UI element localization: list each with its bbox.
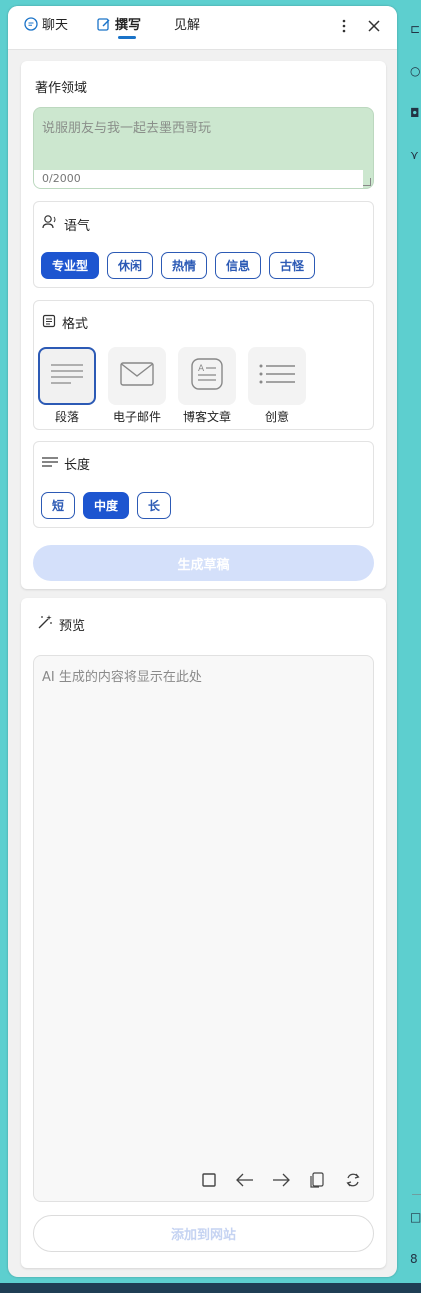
- format-option-blog-post[interactable]: A 博客文章: [177, 347, 237, 425]
- forward-arrow-icon: [272, 1173, 290, 1191]
- compose-card: 著作领域 0/2000 语气 专业型 休闲 热情 信息 古怪: [21, 61, 386, 589]
- regenerate-button[interactable]: [343, 1172, 363, 1192]
- svg-text:A: A: [198, 364, 205, 374]
- tab-insights-label: 见解: [174, 18, 201, 33]
- ideas-tile: [248, 347, 306, 405]
- back-arrow-icon: [236, 1173, 254, 1191]
- edge-icon-3: ◘: [410, 106, 420, 120]
- edge-icon-1: ⊏: [410, 22, 421, 36]
- preview-placeholder: AI 生成的内容将显示在此处: [42, 670, 202, 685]
- resize-handle[interactable]: [363, 178, 371, 186]
- tab-compose[interactable]: 撰写: [97, 17, 141, 35]
- regenerate-icon: [345, 1172, 361, 1192]
- stop-icon: [202, 1173, 216, 1191]
- length-chip-medium[interactable]: 中度: [83, 492, 129, 519]
- blog-post-icon: A: [191, 358, 223, 394]
- desktop-left-edge: [0, 0, 8, 1283]
- tab-chat[interactable]: 聊天: [24, 17, 68, 35]
- preview-card: 预览 AI 生成的内容将显示在此处 添加到网站: [21, 598, 386, 1268]
- taskbar: [0, 1283, 421, 1293]
- edge-icon-6: 8: [410, 1252, 418, 1266]
- copy-icon: [310, 1172, 324, 1192]
- edge-icon-5: □: [410, 1210, 421, 1224]
- length-header: 长度: [42, 454, 90, 473]
- paragraph-tile: [38, 347, 96, 405]
- length-chip-long[interactable]: 长: [137, 492, 171, 519]
- copilot-panel: 聊天 撰写 见解 著作领域 0/2000: [8, 6, 397, 1277]
- topic-label: 著作领域: [35, 81, 88, 96]
- chat-bubble-icon: [24, 17, 38, 35]
- tone-chip-casual[interactable]: 休闲: [107, 252, 153, 279]
- tone-section: 语气 专业型 休闲 热情 信息 古怪: [33, 201, 374, 288]
- tone-chip-professional[interactable]: 专业型: [41, 252, 99, 279]
- char-count: 0/2000: [34, 170, 363, 188]
- format-label: 格式: [62, 317, 89, 332]
- copy-button[interactable]: [307, 1172, 327, 1192]
- tone-chip-informational[interactable]: 信息: [215, 252, 261, 279]
- blog-post-tile: A: [178, 347, 236, 405]
- edge-icon-2: ○: [410, 64, 421, 78]
- forward-button[interactable]: [271, 1172, 291, 1192]
- format-option-ideas[interactable]: 创意: [247, 347, 307, 425]
- preview-toolbar: [199, 1172, 363, 1192]
- preview-header: 预览: [37, 614, 85, 634]
- desktop-right-edge: ⊏ ○ ◘ ⋎ □ 8: [406, 0, 421, 1283]
- close-button[interactable]: [364, 18, 384, 38]
- voice-icon: [42, 214, 58, 234]
- format-header: 格式: [42, 313, 88, 332]
- ideas-list-icon: [259, 363, 295, 389]
- add-to-site-button[interactable]: 添加到网站: [33, 1215, 374, 1252]
- tab-insights[interactable]: 见解: [174, 17, 200, 35]
- lines-icon: [42, 456, 58, 472]
- paragraph-icon: [51, 363, 83, 389]
- more-options-button[interactable]: [334, 18, 354, 38]
- length-label: 长度: [64, 458, 91, 473]
- preview-label: 预览: [59, 618, 86, 634]
- compose-icon: [97, 17, 111, 35]
- edge-divider: [412, 1194, 421, 1195]
- format-option-label: 博客文章: [182, 410, 231, 424]
- format-option-paragraph[interactable]: 段落: [37, 347, 97, 425]
- tab-compose-label: 撰写: [115, 18, 142, 33]
- back-button[interactable]: [235, 1172, 255, 1192]
- format-option-email[interactable]: 电子邮件: [107, 347, 167, 425]
- more-vertical-icon: [342, 19, 346, 37]
- format-option-label: 段落: [54, 410, 79, 424]
- format-section: 格式 段落 电子邮件 A 博客文章 创意: [33, 300, 374, 430]
- document-icon: [42, 314, 56, 332]
- panel-header: 聊天 撰写 见解: [8, 6, 397, 50]
- tone-label: 语气: [64, 218, 91, 234]
- preview-area: AI 生成的内容将显示在此处: [33, 655, 374, 1202]
- magic-wand-icon: [37, 614, 53, 634]
- generate-draft-button[interactable]: 生成草稿: [33, 545, 374, 581]
- topic-box: 0/2000: [33, 107, 374, 189]
- tone-chip-enthusiastic[interactable]: 热情: [161, 252, 207, 279]
- active-tab-indicator: [118, 36, 136, 39]
- email-icon: [120, 362, 154, 390]
- close-icon: [367, 19, 381, 37]
- format-option-label: 创意: [264, 410, 289, 424]
- length-section: 长度 短 中度 长: [33, 441, 374, 528]
- stop-button[interactable]: [199, 1172, 219, 1192]
- topic-input[interactable]: [34, 108, 373, 168]
- format-option-label: 电子邮件: [112, 410, 161, 424]
- tone-header: 语气: [42, 214, 90, 234]
- tab-chat-label: 聊天: [42, 18, 69, 33]
- length-chip-short[interactable]: 短: [41, 492, 75, 519]
- edge-icon-4: ⋎: [410, 148, 419, 162]
- email-tile: [108, 347, 166, 405]
- tone-chip-funny[interactable]: 古怪: [269, 252, 315, 279]
